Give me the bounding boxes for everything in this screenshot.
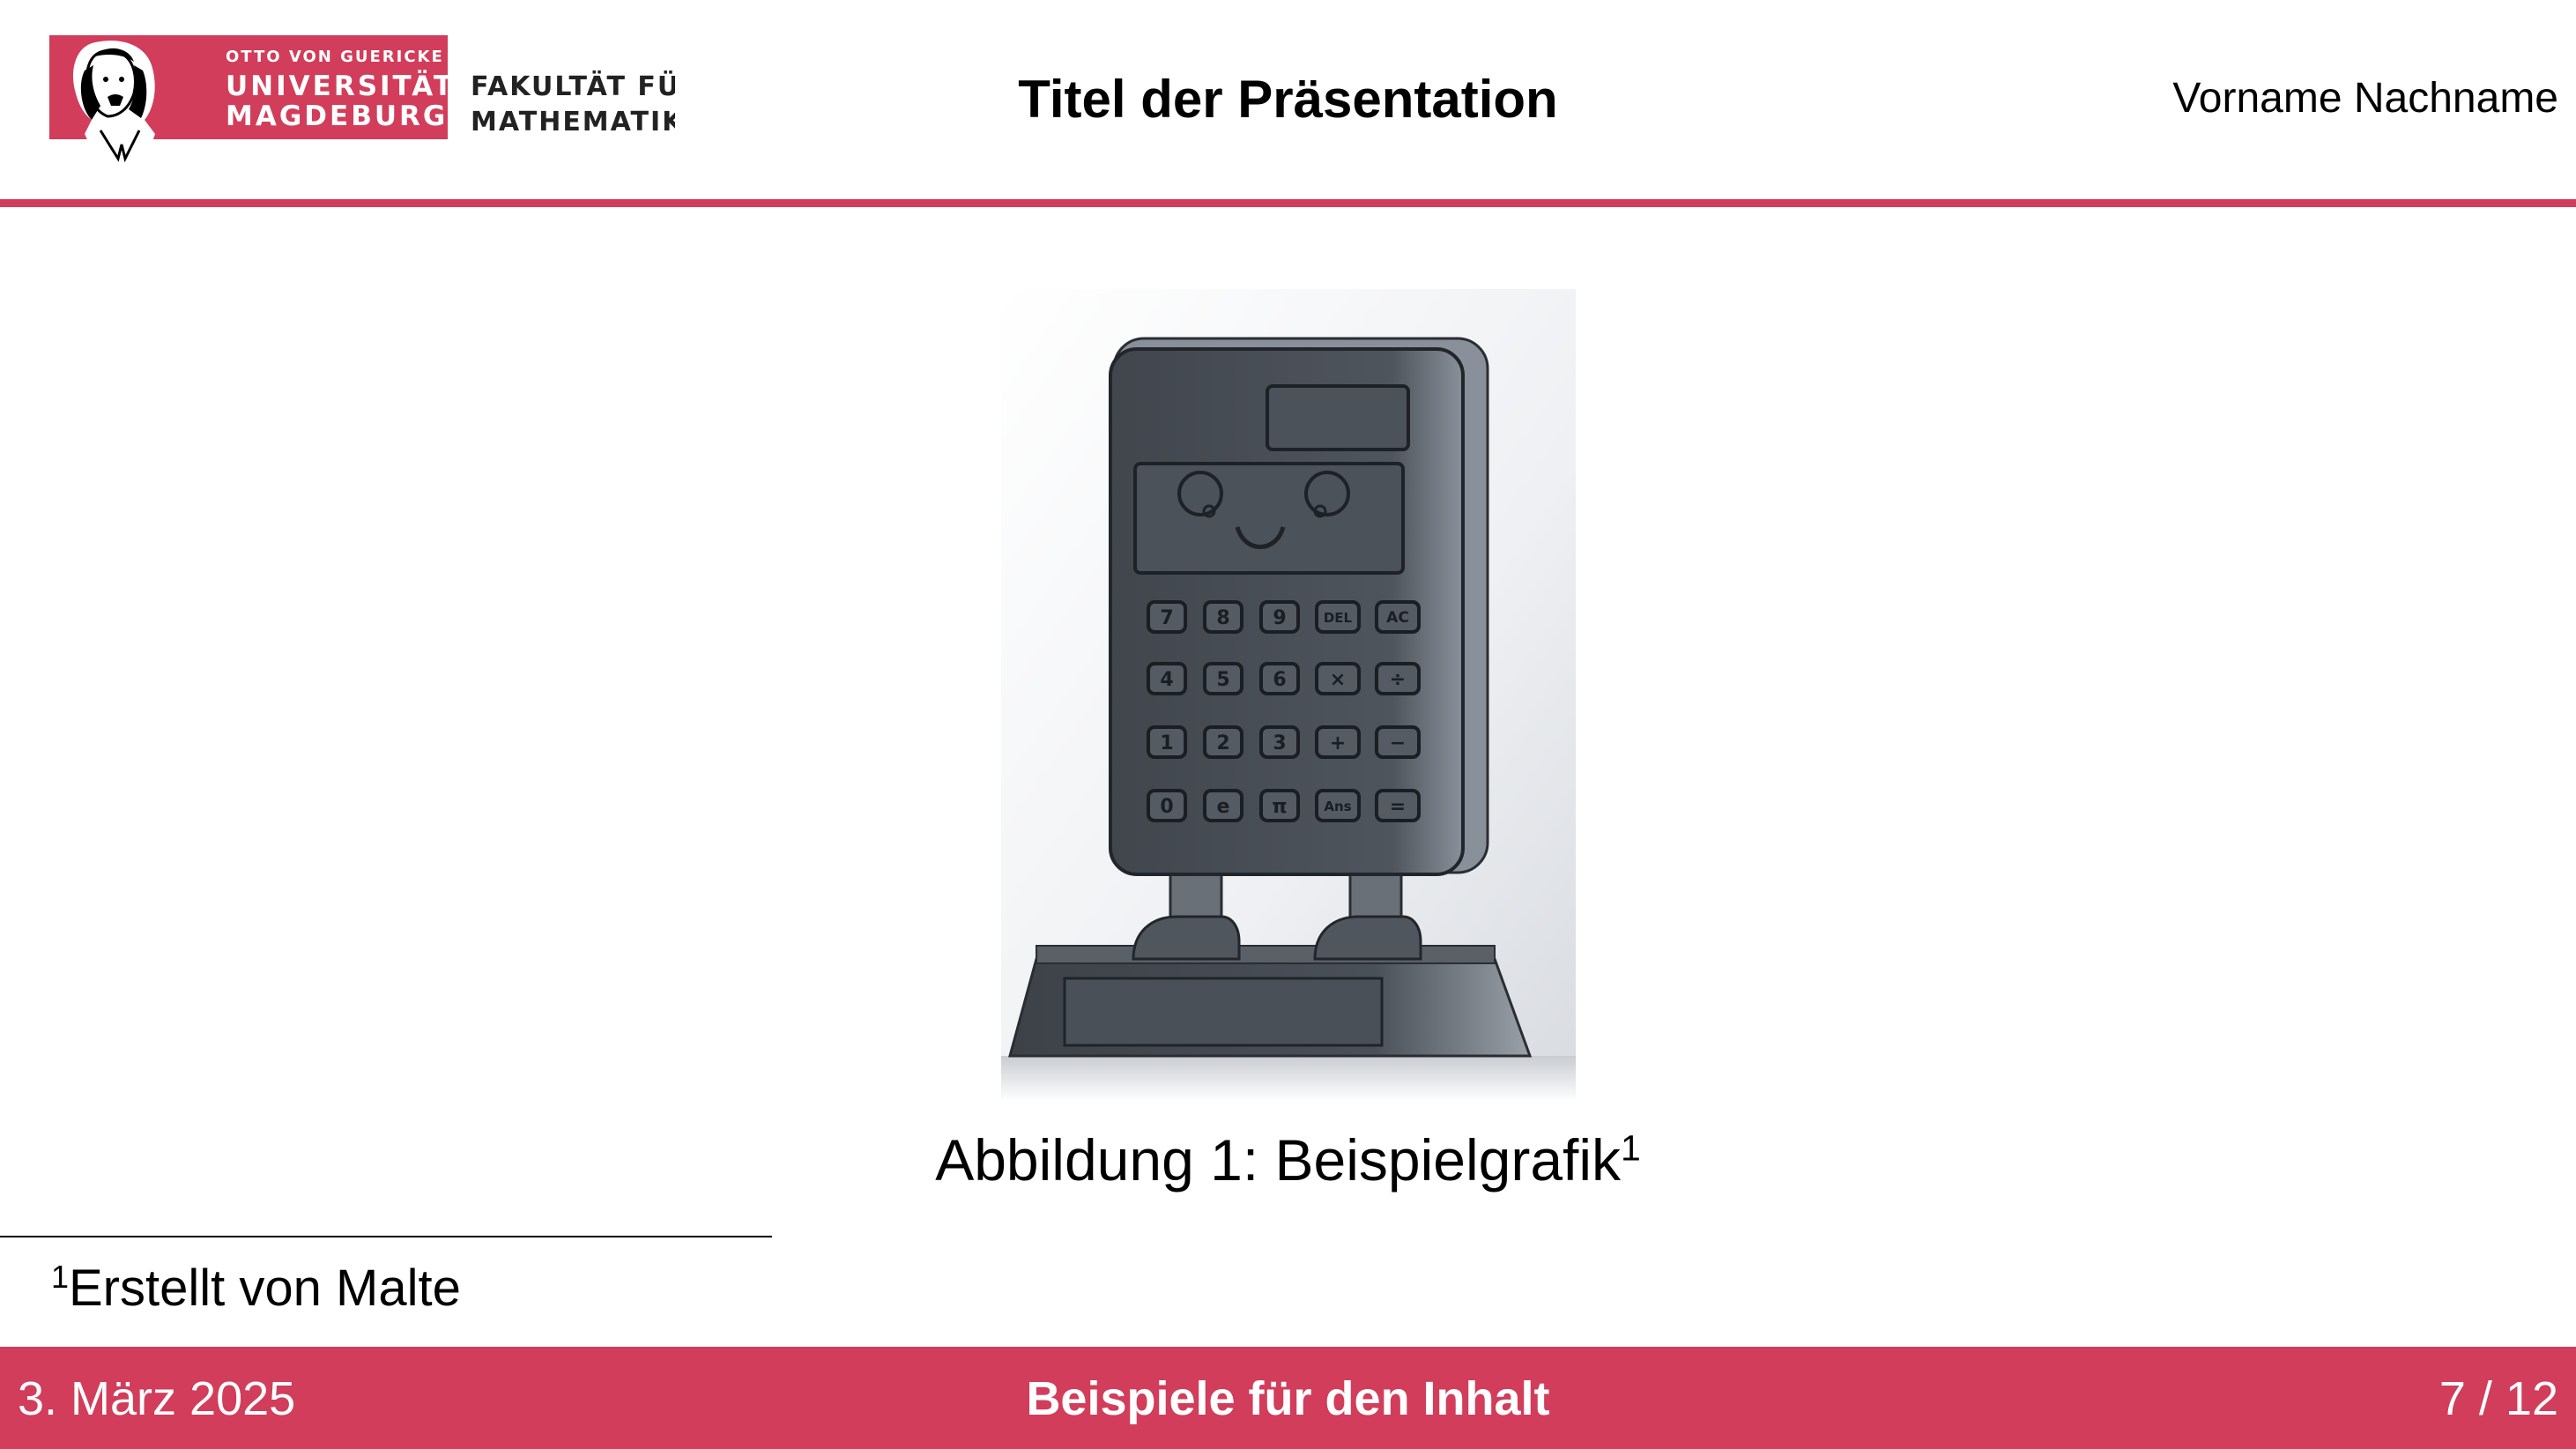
calculator-key-label: ÷	[1390, 669, 1406, 691]
calculator-key-label: DEL	[1324, 610, 1353, 626]
footnote-marker: 1	[51, 1259, 69, 1296]
figure-caption: Abbildung 1: Beispielgrafik1	[0, 1126, 2576, 1193]
footer-bar: 3. März 2025 Beispiele für den Inhalt 7 …	[0, 1347, 2576, 1449]
calculator-key-label: 1	[1160, 732, 1173, 754]
calculator-figure: 7 8 9 DEL AC 4 5 6 × ÷ 1 2 3 + − 0 e π Ans =	[1001, 289, 1576, 1102]
caption-footnote-marker: 1	[1621, 1127, 1641, 1169]
calculator-key-label: 2	[1216, 732, 1229, 754]
footnote-divider	[0, 1236, 772, 1237]
author-name: Vorname Nachname	[2172, 75, 2558, 122]
calculator-key-label: +	[1330, 732, 1346, 754]
calculator-key-label: 0	[1160, 796, 1173, 818]
calculator-key-label: 3	[1273, 732, 1286, 754]
calculator-key-label: e	[1217, 796, 1230, 818]
calculator-key-label: 8	[1216, 607, 1229, 629]
calculator-key-label: 9	[1273, 607, 1286, 629]
logo-line1: OTTO VON GUERICKE	[226, 48, 444, 66]
calculator-key-label: π	[1272, 796, 1287, 818]
footer-section-title: Beispiele für den Inhalt	[1026, 1372, 1550, 1425]
calculator-key-label: 5	[1216, 669, 1229, 691]
footnote: 1Erstellt von Malte	[51, 1259, 461, 1318]
calculator-key-label: 6	[1273, 669, 1286, 691]
calculator-key-label: Ans	[1324, 799, 1351, 814]
caption-text: Abbildung 1: Beispielgrafik	[935, 1127, 1622, 1193]
page-number: 7 / 12	[2439, 1372, 2558, 1425]
calculator-key-label: ×	[1330, 669, 1346, 691]
footnote-text: Erstellt von Malte	[69, 1260, 461, 1317]
calculator-key-label: −	[1390, 732, 1406, 754]
calculator-key-label: 4	[1160, 669, 1173, 691]
calculator-key-label: 7	[1160, 607, 1173, 629]
calculator-key-label: AC	[1386, 609, 1409, 627]
header-divider	[0, 199, 2576, 207]
calculator-key-label: =	[1390, 796, 1406, 818]
